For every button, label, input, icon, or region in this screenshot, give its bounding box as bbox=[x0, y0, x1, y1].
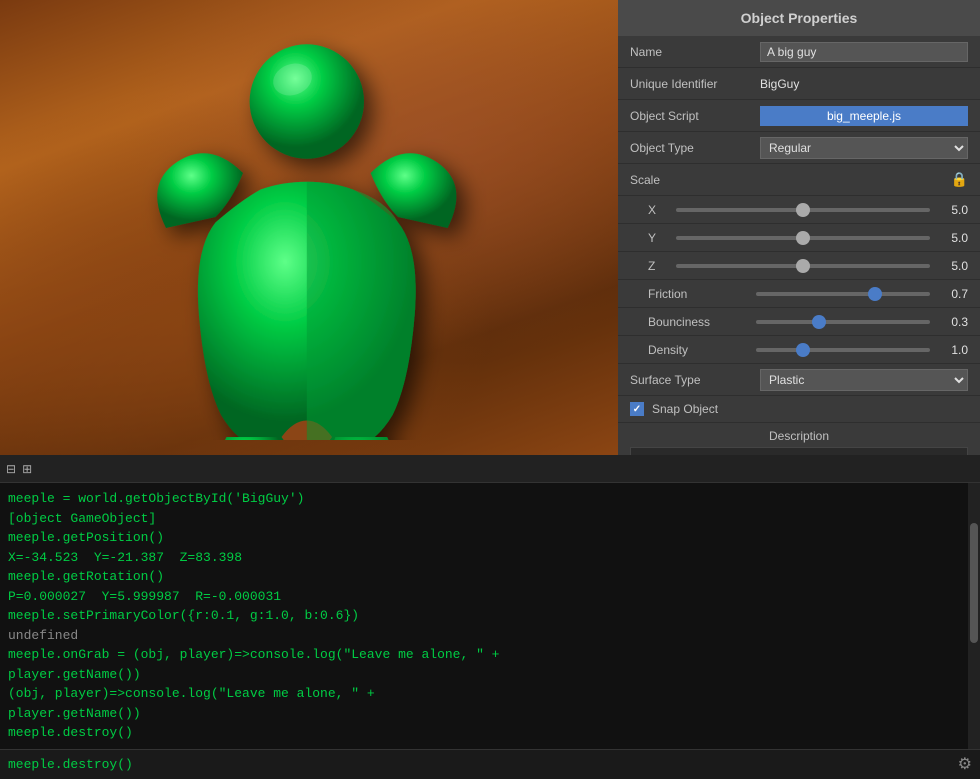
density-slider[interactable] bbox=[756, 348, 930, 352]
console-section: ⊟ ⊞ meeple = world.getObjectById('BigGuy… bbox=[0, 455, 980, 779]
bounciness-value: 0.3 bbox=[938, 315, 968, 329]
scale-x-row: X 5.0 bbox=[618, 196, 980, 224]
console-line-4: X=-34.523 Y=-21.387 Z=83.398 bbox=[8, 550, 242, 565]
scale-z-label: Z bbox=[648, 259, 668, 273]
snap-label: Snap Object bbox=[652, 402, 718, 416]
type-row: Object Type Regular bbox=[618, 132, 980, 164]
console-line-3: meeple.getPosition() bbox=[8, 530, 164, 545]
name-row: Name bbox=[618, 36, 980, 68]
scrollbar-thumb[interactable] bbox=[970, 523, 978, 643]
console-line-1: meeple = world.getObjectById('BigGuy') bbox=[8, 491, 304, 506]
name-input[interactable] bbox=[760, 42, 968, 62]
meeple-3d bbox=[60, 20, 540, 440]
scale-z-row: Z 5.0 bbox=[618, 252, 980, 280]
snap-checkbox[interactable]: ✓ bbox=[630, 402, 644, 416]
console-line-13: meeple.destroy() bbox=[8, 725, 133, 740]
console-input: meeple.destroy() bbox=[8, 757, 950, 772]
console-output: meeple = world.getObjectById('BigGuy') [… bbox=[0, 483, 980, 749]
scale-x-label: X bbox=[648, 203, 668, 217]
surface-select[interactable]: Plastic Wood Metal Rubber Cloth bbox=[760, 369, 968, 391]
description-textarea[interactable] bbox=[630, 447, 968, 455]
console-line-7: meeple.setPrimaryColor({r:0.1, g:1.0, b:… bbox=[8, 608, 359, 623]
scale-z-value: 5.0 bbox=[938, 259, 968, 273]
script-label: Object Script bbox=[630, 109, 760, 123]
console-scrollbar[interactable] bbox=[968, 483, 980, 749]
script-row: Object Script big_meeple.js bbox=[618, 100, 980, 132]
viewport bbox=[0, 0, 618, 455]
scale-y-value: 5.0 bbox=[938, 231, 968, 245]
console-line-6: P=0.000027 Y=5.999987 R=-0.000031 bbox=[8, 589, 281, 604]
scale-header: Scale 🔒 bbox=[618, 164, 980, 196]
friction-label: Friction bbox=[648, 287, 748, 301]
console-line-5: meeple.getRotation() bbox=[8, 569, 164, 584]
friction-slider[interactable] bbox=[756, 292, 930, 296]
console-line-12: player.getName()) bbox=[8, 706, 141, 721]
scale-y-label: Y bbox=[648, 231, 668, 245]
density-value: 1.0 bbox=[938, 343, 968, 357]
panel-title: Object Properties bbox=[618, 0, 980, 36]
type-label: Object Type bbox=[630, 141, 760, 155]
expand-icon[interactable]: ⊞ bbox=[22, 462, 32, 476]
console-toolbar: ⊟ ⊞ bbox=[0, 455, 980, 483]
scale-z-slider[interactable] bbox=[676, 264, 930, 268]
friction-row: Friction 0.7 bbox=[618, 280, 980, 308]
name-label: Name bbox=[630, 45, 760, 59]
scale-x-value: 5.0 bbox=[938, 203, 968, 217]
terminal-icon[interactable]: ⊟ bbox=[6, 462, 16, 476]
scale-y-row: Y 5.0 bbox=[618, 224, 980, 252]
scale-label: Scale bbox=[630, 173, 760, 187]
description-label: Description bbox=[630, 429, 968, 443]
properties-panel: Object Properties Name Unique Identifier… bbox=[618, 0, 980, 455]
friction-value: 0.7 bbox=[938, 287, 968, 301]
description-section: Description bbox=[618, 423, 980, 455]
uid-row: Unique Identifier BigGuy bbox=[618, 68, 980, 100]
console-line-11: (obj, player)=>console.log("Leave me alo… bbox=[8, 686, 375, 701]
bounciness-label: Bounciness bbox=[648, 315, 748, 329]
surface-row: Surface Type Plastic Wood Metal Rubber C… bbox=[618, 364, 980, 396]
uid-value: BigGuy bbox=[760, 77, 968, 91]
bounciness-slider[interactable] bbox=[756, 320, 930, 324]
snap-row: ✓ Snap Object bbox=[618, 396, 980, 423]
density-row: Density 1.0 bbox=[618, 336, 980, 364]
console-line-9: meeple.onGrab = (obj, player)=>console.l… bbox=[8, 647, 499, 662]
console-line-2: [object GameObject] bbox=[8, 511, 156, 526]
console-bottom-bar: meeple.destroy() ⚙ bbox=[0, 749, 980, 779]
density-label: Density bbox=[648, 343, 748, 357]
console-line-8: undefined bbox=[8, 628, 78, 643]
surface-label: Surface Type bbox=[630, 373, 760, 387]
scale-x-slider[interactable] bbox=[676, 208, 930, 212]
lock-icon[interactable]: 🔒 bbox=[951, 171, 968, 188]
console-line-10: player.getName()) bbox=[8, 667, 141, 682]
gear-icon[interactable]: ⚙ bbox=[958, 754, 972, 774]
scale-y-slider[interactable] bbox=[676, 236, 930, 240]
uid-label: Unique Identifier bbox=[630, 77, 760, 91]
script-button[interactable]: big_meeple.js bbox=[760, 106, 968, 126]
bounciness-row: Bounciness 0.3 bbox=[618, 308, 980, 336]
type-select[interactable]: Regular bbox=[760, 137, 968, 159]
